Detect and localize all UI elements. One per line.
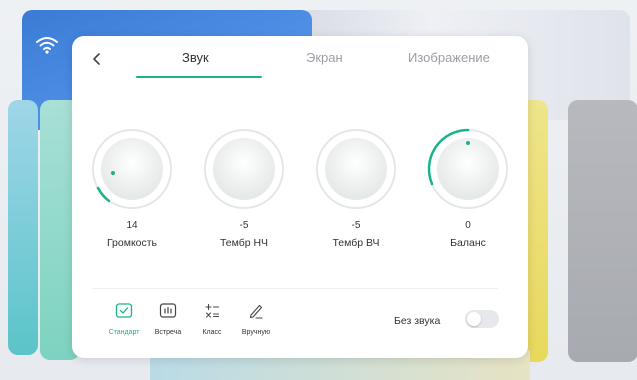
equalizer-box-icon (159, 303, 177, 318)
knob-label: Тембр ВЧ (332, 237, 380, 249)
volume-dial[interactable] (89, 126, 175, 212)
background-tile (568, 100, 637, 362)
sound-settings-panel: Звук Экран Изображение 14 Громкость -5 Т… (72, 36, 528, 358)
background-tile (8, 100, 38, 355)
knob-balance[interactable]: 0 Баланс (420, 126, 516, 249)
knob-value: 14 (126, 220, 138, 231)
mute-toggle[interactable] (465, 310, 499, 328)
knob-value: 0 (465, 220, 471, 231)
math-symbols-icon (205, 303, 220, 318)
knob-treble[interactable]: -5 Тембр ВЧ (308, 126, 404, 249)
pen-icon (249, 304, 263, 319)
knob-value: -5 (351, 220, 361, 231)
knob-label: Тембр НЧ (219, 237, 269, 249)
mute-label: Без звука (394, 315, 441, 327)
toggle-thumb (467, 312, 481, 326)
knob-value: -5 (239, 220, 249, 231)
tab-sound[interactable]: Звук (182, 50, 209, 65)
bass-dial[interactable] (201, 126, 287, 212)
knob-volume[interactable]: 14 Громкость (84, 126, 180, 249)
back-button[interactable] (88, 50, 106, 68)
knob-label: Баланс (450, 237, 486, 249)
wifi-icon (36, 37, 58, 54)
knob-bass[interactable]: -5 Тембр НЧ (196, 126, 292, 249)
tab-image[interactable]: Изображение (408, 50, 490, 65)
chevron-left-icon (93, 53, 100, 65)
knob-label: Громкость (106, 237, 158, 249)
treble-dial[interactable] (313, 126, 399, 212)
tab-screen[interactable]: Экран (306, 50, 343, 65)
check-box-icon (115, 303, 133, 318)
mode-manual-button[interactable]: Вручную (226, 302, 286, 336)
divider (92, 288, 498, 289)
mode-label: Вручную (241, 329, 271, 336)
knob-row: 14 Громкость -5 Тембр НЧ -5 Тембр ВЧ 0 Б… (72, 126, 528, 256)
balance-dial[interactable] (425, 126, 511, 212)
active-tab-indicator (136, 76, 262, 78)
